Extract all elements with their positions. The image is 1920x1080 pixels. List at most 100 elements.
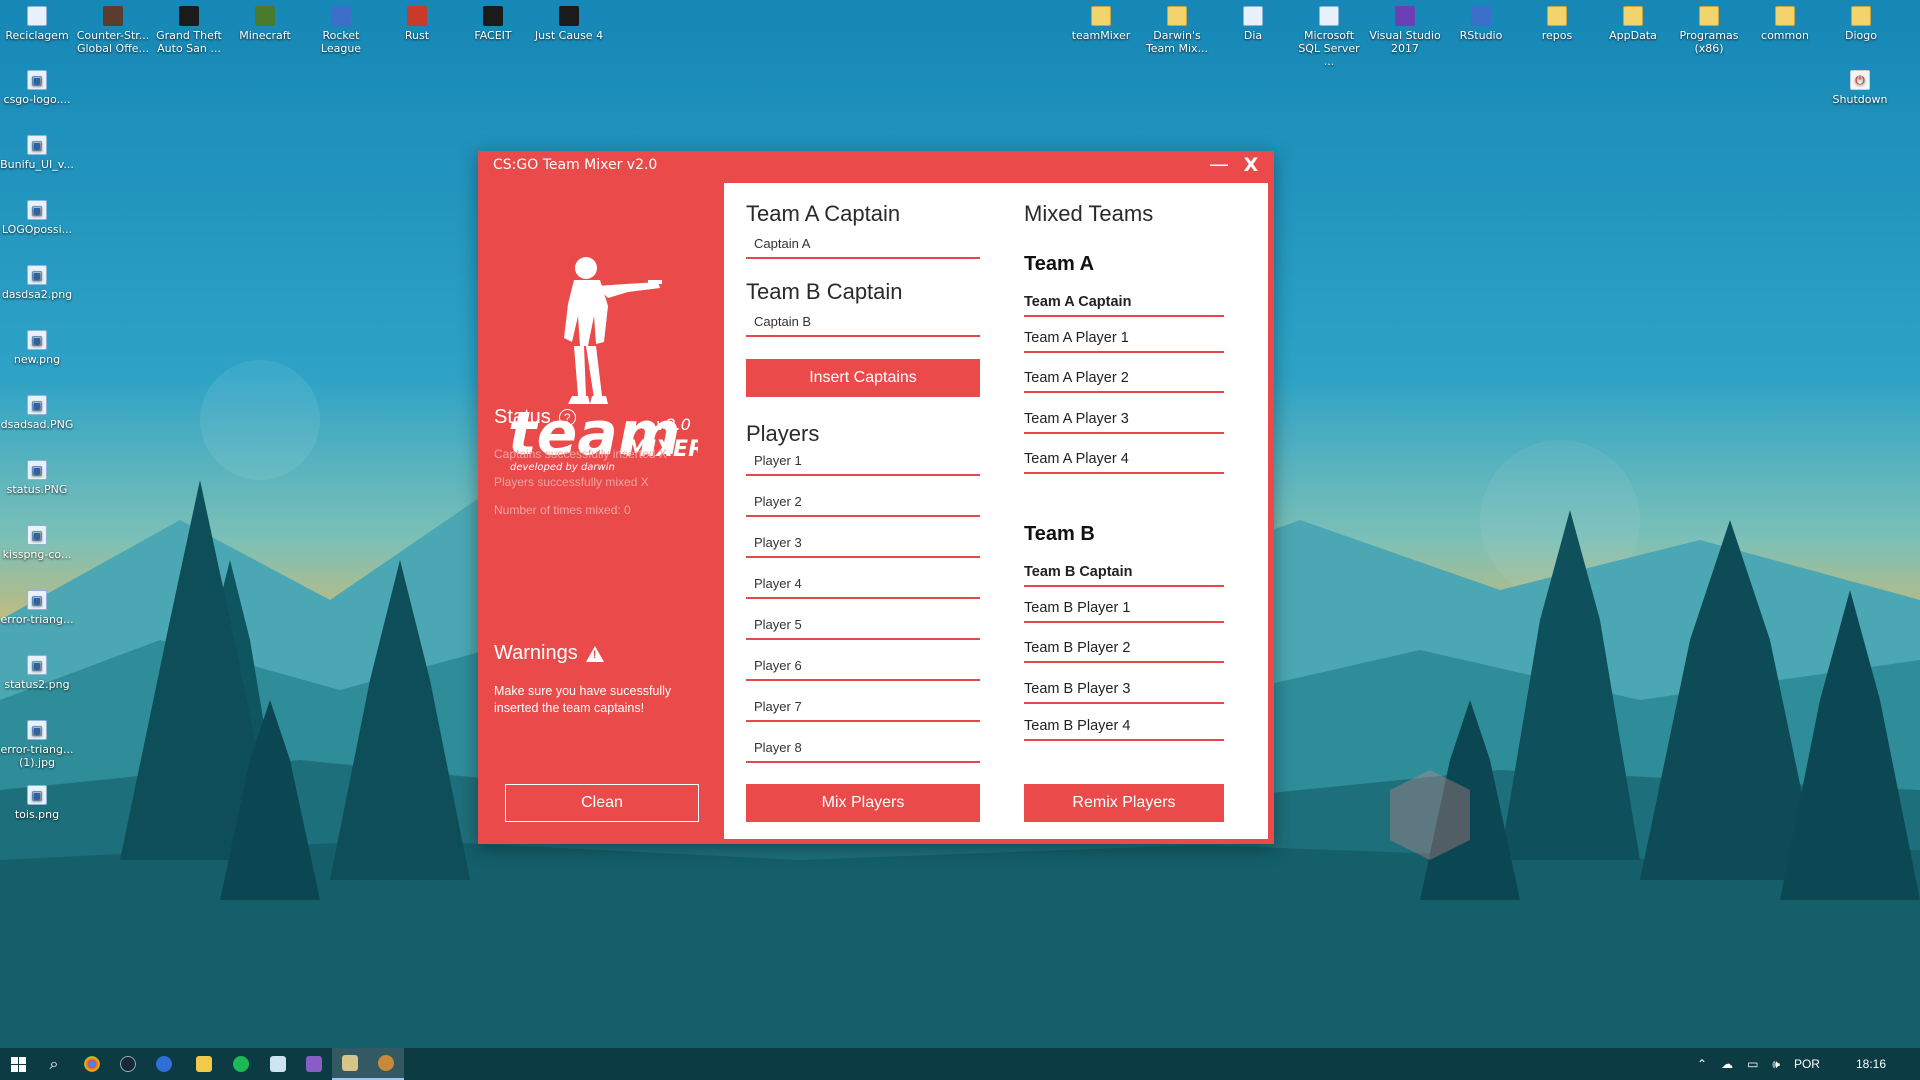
team-a-player-result: Team A Player 3 (1024, 406, 1224, 434)
main-panel: Team A Captain Captain A Team B Captain … (724, 183, 1268, 839)
player-input[interactable]: Player 8 (746, 733, 980, 763)
player-input[interactable]: Player 1 (746, 446, 980, 476)
language-indicator[interactable]: POR (1794, 1057, 1820, 1071)
desktop-icon-label: csgo-logo.... (3, 93, 71, 106)
desktop-icon[interactable]: ▣ Bunifu_UI_v... (0, 135, 74, 171)
remix-players-button[interactable]: Remix Players (1024, 784, 1224, 822)
desktop-icon-label: AppData (1609, 29, 1657, 42)
desktop-icon-label: RStudio (1459, 29, 1503, 42)
desktop-icon[interactable]: Diogo (1824, 6, 1898, 42)
player-input[interactable]: Player 3 (746, 528, 980, 558)
desktop-icon[interactable]: ▣ csgo-logo.... (0, 70, 74, 106)
desktop-icon[interactable]: Grand Theft Auto San ... (152, 6, 226, 55)
team-a-captain-input[interactable]: Captain A (746, 229, 980, 259)
minimize-button[interactable]: — (1208, 154, 1230, 176)
desktop-icon[interactable]: AppData (1596, 6, 1670, 42)
team-b-captain-input[interactable]: Captain B (746, 307, 980, 337)
team-b-captain-heading: Team B Captain (746, 279, 903, 304)
desktop-icon[interactable]: ▣ new.png (0, 330, 74, 366)
taskbar-spotify[interactable] (223, 1048, 259, 1080)
desktop-icon-label: Microsoft SQL Server ... (1298, 29, 1360, 68)
desktop-icon-label: Darwin's Team Mix... (1145, 29, 1209, 55)
close-button[interactable]: X (1240, 154, 1262, 176)
taskbar-browser[interactable] (146, 1048, 182, 1080)
desktop-icon[interactable]: ▣ status.PNG (0, 460, 74, 496)
desktop-icon[interactable]: Rust (380, 6, 454, 42)
desktop-icon[interactable]: Microsoft SQL Server ... (1292, 6, 1366, 68)
desktop-icon[interactable]: ▣ kisspng-co... (0, 525, 74, 561)
player-input[interactable]: Player 5 (746, 610, 980, 640)
desktop-icon-label: teamMixer (1071, 29, 1131, 42)
team-b-player-result: Team B Player 1 (1024, 595, 1224, 623)
desktop-icon[interactable]: Darwin's Team Mix... (1140, 6, 1214, 55)
taskbar-chrome[interactable] (74, 1048, 110, 1080)
volume-icon[interactable]: 🕪 (1772, 1057, 1780, 1072)
desktop-icon[interactable]: ▣ error-triang... (0, 590, 74, 626)
desktop-icon[interactable]: Dia (1216, 6, 1290, 42)
gta-icon (179, 6, 199, 26)
taskbar-file-explorer[interactable] (186, 1048, 222, 1080)
taskbar-team-mixer[interactable] (332, 1048, 368, 1080)
desktop-icon[interactable]: Reciclagem (0, 6, 74, 42)
team-a-captain-result: Team A Captain (1024, 289, 1224, 317)
desktop-icon[interactable]: Visual Studio 2017 (1368, 6, 1442, 55)
clock[interactable]: 18:16 (1856, 1057, 1886, 1071)
desktop-icon[interactable]: ▣ dasdsa2.png (0, 265, 74, 301)
taskbar-notepad[interactable] (260, 1048, 296, 1080)
desktop-icon[interactable]: Programas (x86) (1672, 6, 1746, 55)
player-input[interactable]: Player 6 (746, 651, 980, 681)
spotify-icon (233, 1056, 249, 1072)
player-input[interactable]: Player 4 (746, 569, 980, 599)
image-file-icon: ▣ (27, 460, 47, 480)
search-icon: ⌕ (49, 1054, 59, 1073)
search-button[interactable]: ⌕ (36, 1048, 72, 1080)
desktop-icon-label: Shutdown (1832, 93, 1888, 106)
mix-players-button[interactable]: Mix Players (746, 784, 980, 822)
desktop-icon[interactable]: ▣ LOGOpossi... (0, 200, 74, 236)
minecraft-icon (255, 6, 275, 26)
image-file-icon: ▣ (27, 590, 47, 610)
status-heading: Status ? (494, 406, 576, 429)
desktop-icon[interactable]: Rocket League (304, 6, 378, 55)
image-file-icon: ▣ (27, 265, 47, 285)
network-icon[interactable]: ▭ (1747, 1057, 1758, 1071)
desktop-icon[interactable]: Minecraft (228, 6, 302, 42)
dia-icon (1243, 6, 1263, 26)
desktop-icon[interactable]: RStudio (1444, 6, 1518, 42)
taskbar-visual-studio[interactable] (296, 1048, 332, 1080)
desktop-icon-label: Visual Studio 2017 (1369, 29, 1441, 55)
desktop-icon-label: Bunifu_UI_v... (0, 158, 74, 171)
taskbar-steam[interactable] (110, 1048, 146, 1080)
desktop-icon[interactable]: common (1748, 6, 1822, 42)
desktop-icon-label: dasdsa2.png (1, 288, 73, 301)
desktop-icon[interactable]: ▣ tois.png (0, 785, 74, 821)
folder-icon (1851, 6, 1871, 26)
cloud-icon[interactable]: ☁ (1721, 1057, 1733, 1071)
team-a-captain-heading: Team A Captain (746, 201, 901, 226)
desktop-icon[interactable]: ▣ status2.png (0, 655, 74, 691)
desktop-icon[interactable]: ▣ error-triang... (1).jpg (0, 720, 74, 769)
image-file-icon: ▣ (27, 720, 47, 740)
desktop-icon-label: Counter-Str... Global Offe... (76, 29, 150, 55)
desktop-icon-label: Diogo (1845, 29, 1877, 42)
desktop-icon[interactable]: teamMixer (1064, 6, 1138, 42)
desktop-icon-shutdown[interactable]: ⏻ Shutdown (1823, 70, 1897, 106)
desktop-icon[interactable]: repos (1520, 6, 1594, 42)
player-input[interactable]: Player 7 (746, 692, 980, 722)
desktop-icon[interactable]: ▣ dsadsad.PNG (0, 395, 74, 431)
start-icon (10, 1056, 26, 1072)
desktop-icon[interactable]: Counter-Str... Global Offe... (76, 6, 150, 55)
start-button[interactable] (0, 1048, 36, 1080)
taskbar-steam-active[interactable] (368, 1048, 404, 1080)
taskbar: ⌕ ⌃ ☁ ▭ 🕪 POR 18:16 ▢ (0, 1048, 1920, 1080)
insert-captains-button[interactable]: Insert Captains (746, 359, 980, 397)
file-icon: ▣ (27, 135, 47, 155)
image-file-icon: ▣ (27, 70, 47, 90)
desktop-icon[interactable]: Just Cause 4 (532, 6, 606, 42)
desktop-icon[interactable]: FACEIT (456, 6, 530, 42)
player-input[interactable]: Player 2 (746, 487, 980, 517)
team-mixer-window: CS:GO Team Mixer v2.0 — X team MIXER v2.… (478, 151, 1274, 844)
tray-chevron-up-icon[interactable]: ⌃ (1697, 1057, 1707, 1071)
clean-button[interactable]: Clean (505, 784, 699, 822)
team-a-player-result: Team A Player 1 (1024, 325, 1224, 353)
